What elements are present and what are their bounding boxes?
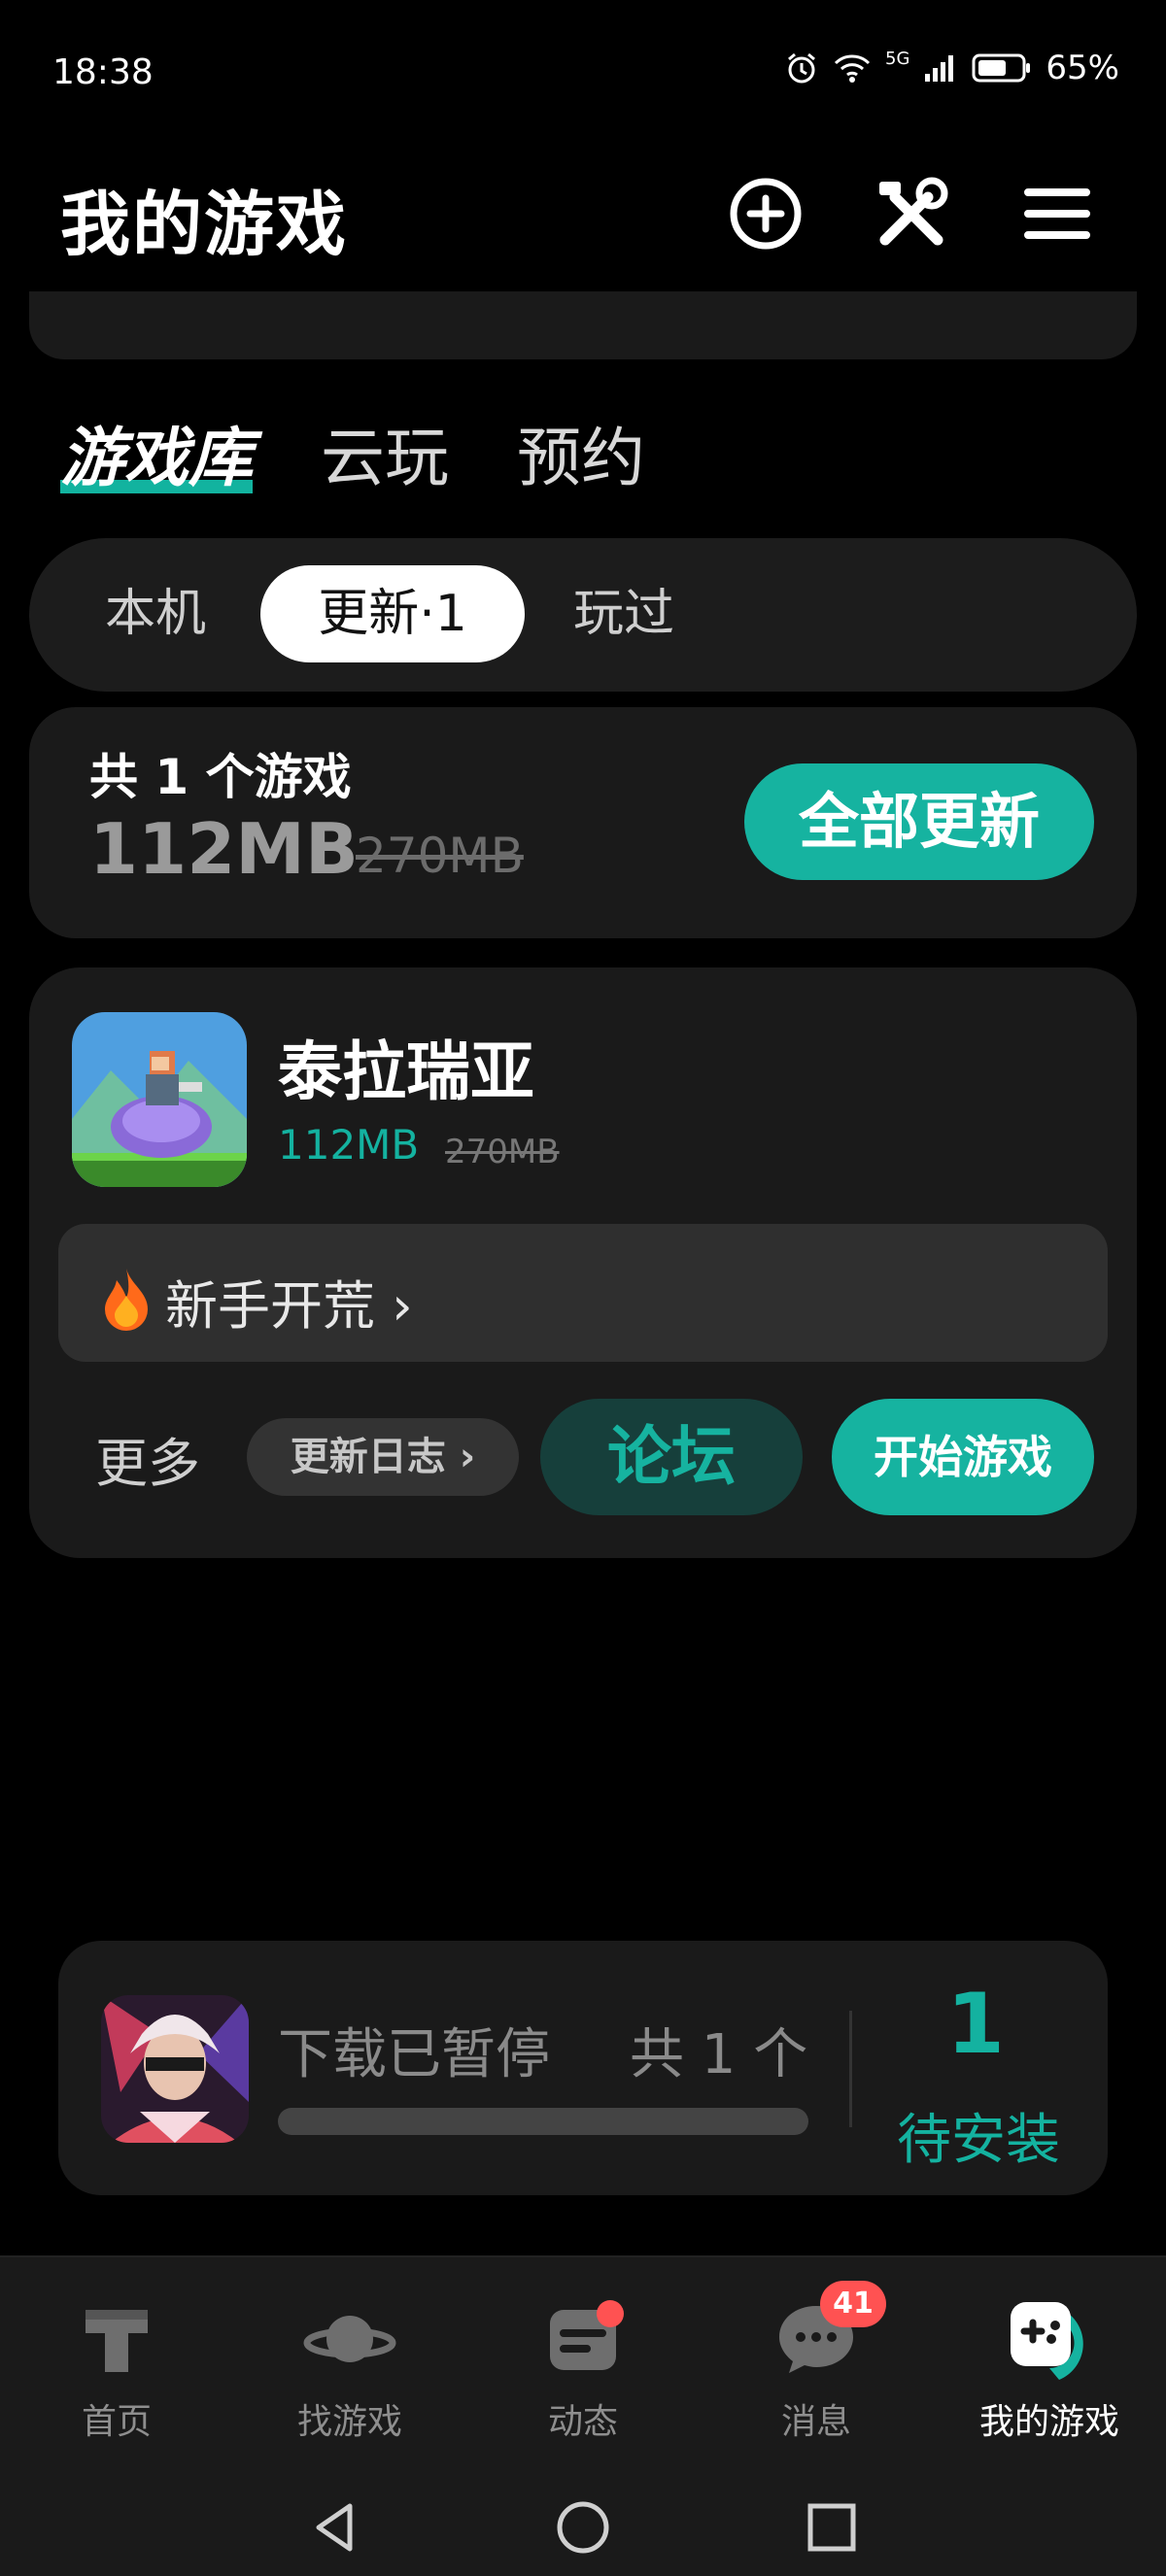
add-game-button[interactable] [725, 173, 806, 254]
nav-my-games[interactable]: 我的游戏 [933, 2294, 1166, 2444]
more-label[interactable]: 更多 [95, 1420, 200, 1497]
home-icon [86, 2310, 148, 2372]
download-status: 下载已暂停 [278, 2023, 550, 2086]
game-icon-terraria[interactable] [72, 1012, 247, 1187]
game-count: 共 1 个游戏 [89, 749, 352, 805]
battery-percent: 65% [1046, 49, 1119, 87]
download-bar[interactable]: 下载已暂停 共 1 个 1 待安装 [58, 1941, 1108, 2195]
nav-home[interactable]: 首页 [0, 2294, 233, 2444]
original-size: 270MB [356, 828, 524, 884]
update-all-button[interactable]: 全部更新 [744, 763, 1094, 880]
download-game-icon [101, 1995, 249, 2143]
status-icons: 5G 65% [784, 49, 1119, 87]
segment-played[interactable]: 玩过 [566, 565, 682, 662]
nav-feed-label: 动态 [547, 2402, 618, 2442]
nav-home-label: 首页 [81, 2402, 152, 2442]
update-size: 112MB [89, 808, 359, 890]
download-total: 共 1 个 [630, 2023, 808, 2086]
recents-icon[interactable] [803, 2498, 861, 2557]
game-original-size: 270MB [445, 1133, 560, 1171]
battery-icon [972, 53, 1031, 83]
game-card: 泰拉瑞亚 112MB 270MB 新手开荒 › 更多 更新日志 › 论坛 开始游… [29, 967, 1137, 1558]
segment-updates[interactable]: 更新·1 [260, 565, 525, 662]
home-circle-icon[interactable] [554, 2498, 612, 2557]
changelog-label: 更新日志 [290, 1435, 446, 1479]
pending-install-count: 1 [946, 1976, 1005, 2073]
menu-icon [1024, 188, 1090, 239]
gamepad-icon [1011, 2302, 1083, 2380]
nav-my-games-label: 我的游戏 [978, 2402, 1119, 2442]
tools-icon [879, 177, 948, 246]
page-title: 我的游戏 [60, 184, 349, 265]
feed-unread-dot [597, 2300, 624, 2327]
game-name[interactable]: 泰拉瑞亚 [278, 1020, 534, 1113]
wifi-icon [834, 54, 871, 83]
messages-badge: 41 [820, 2281, 886, 2327]
start-game-button[interactable]: 开始游戏 [832, 1399, 1094, 1515]
back-icon[interactable] [307, 2498, 365, 2557]
nav-messages[interactable]: 41 消息 [700, 2281, 933, 2444]
nav-find-games[interactable]: 找游戏 [233, 2294, 466, 2444]
system-nav-bar [0, 2479, 1166, 2576]
update-summary-card: 共 1 个游戏 112MB 270MB 全部更新 [29, 707, 1137, 938]
network-label: 5G [885, 49, 910, 69]
nav-find-games-label: 找游戏 [296, 2402, 402, 2442]
tab-reservations[interactable]: 预约 [517, 406, 645, 499]
status-time: 18:38 [52, 52, 154, 92]
guide-banner[interactable]: 新手开荒 › [58, 1224, 1108, 1362]
quick-stats-card [29, 291, 1137, 359]
pending-install-label: 待安装 [897, 2109, 1060, 2172]
tab-game-library[interactable]: 游戏库 [60, 406, 253, 499]
bottom-nav: 首页 找游戏 动态 41 消息 我的游戏 [0, 2255, 1166, 2481]
changelog-chip[interactable]: 更新日志 › [247, 1418, 519, 1496]
nav-messages-label: 消息 [780, 2402, 851, 2442]
alarm-icon [788, 52, 815, 84]
chevron-right-icon: › [459, 1435, 476, 1479]
guide-text: 新手开荒 [165, 1275, 375, 1337]
menu-button[interactable] [1016, 173, 1098, 254]
divider [849, 2011, 852, 2127]
forum-button[interactable]: 论坛 [540, 1399, 803, 1515]
add-circle-icon [730, 178, 802, 250]
planet-icon [303, 2316, 396, 2362]
nav-feed[interactable]: 动态 [466, 2294, 700, 2444]
game-update-size: 112MB [278, 1121, 420, 1169]
download-progress [278, 2108, 808, 2135]
segment-control: 本机 更新·1 玩过 [29, 538, 1137, 692]
tools-button[interactable] [871, 173, 952, 254]
fire-icon [105, 1269, 148, 1331]
signal-icon [925, 55, 954, 82]
segment-local[interactable]: 本机 [97, 565, 214, 662]
chevron-right-icon: › [392, 1275, 413, 1337]
main-tabs: 游戏库 云玩 预约 [60, 406, 645, 499]
tab-cloud-play[interactable]: 云玩 [321, 406, 449, 499]
